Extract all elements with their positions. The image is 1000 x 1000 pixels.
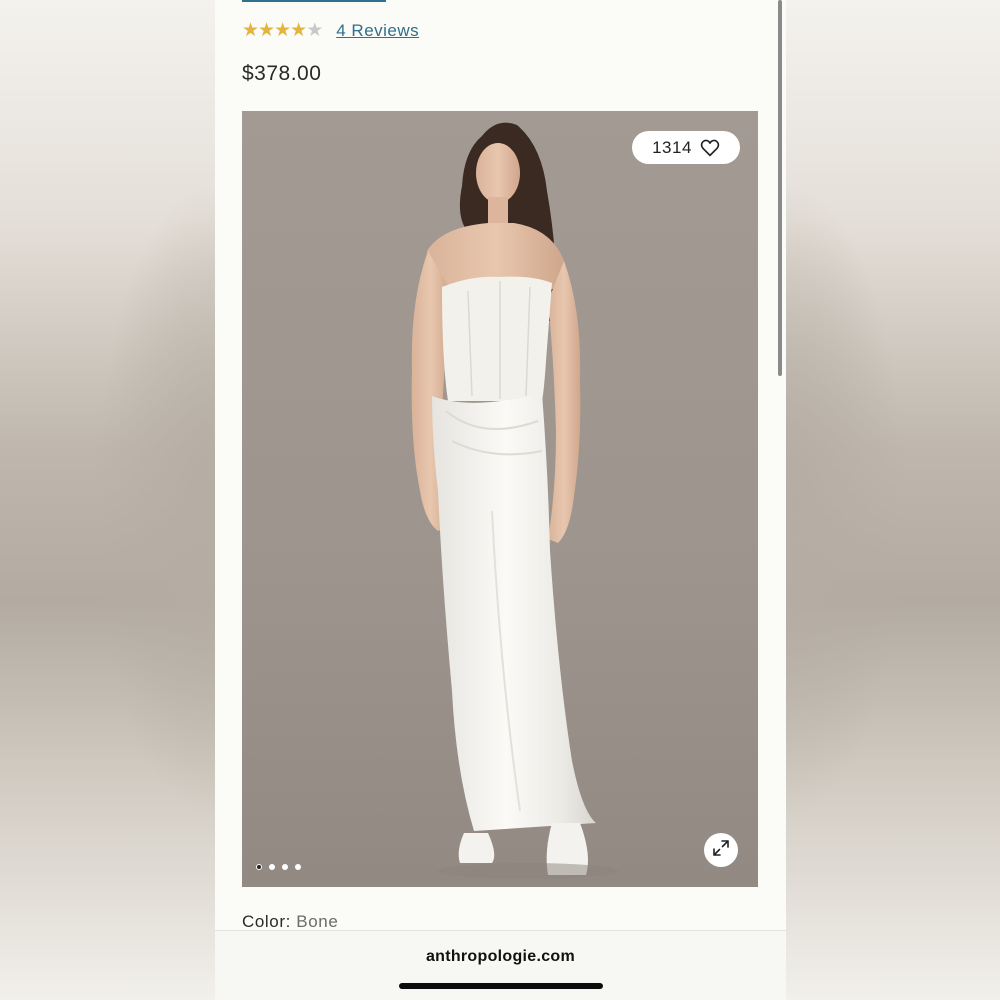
slide-dot[interactable]: [295, 864, 301, 870]
expand-image-button[interactable]: [704, 833, 738, 867]
blurred-background-right: [786, 0, 1000, 1000]
color-label: Color:: [242, 912, 291, 931]
favorites-count: 1314: [652, 137, 692, 157]
slide-indicator[interactable]: [256, 864, 301, 870]
star-icon: ★: [242, 20, 259, 41]
rating-row: ★ ★ ★ ★ ★ 4 Reviews: [242, 19, 419, 43]
blurred-background-left: [0, 0, 215, 1000]
expand-arrows-icon: [711, 838, 731, 863]
star-rating: ★ ★ ★ ★ ★: [242, 20, 323, 41]
slide-dot[interactable]: [256, 864, 262, 870]
star-icon: ★: [290, 20, 307, 41]
home-indicator[interactable]: [399, 983, 603, 989]
product-title-link-cutoff[interactable]: [242, 0, 386, 2]
product-price: $378.00: [242, 62, 322, 85]
product-page: ★ ★ ★ ★ ★ 4 Reviews $378.00 1314 Color: …: [215, 0, 786, 1000]
url-text[interactable]: anthropologie.com: [215, 948, 786, 966]
scrollbar[interactable]: [778, 0, 782, 376]
slide-dot[interactable]: [282, 864, 288, 870]
color-selection: Color: Bone: [242, 912, 338, 932]
favorite-button[interactable]: 1314: [632, 131, 740, 164]
reviews-link[interactable]: 4 Reviews: [336, 21, 419, 41]
product-photo: [242, 111, 758, 887]
star-icon: ★: [274, 20, 291, 41]
star-icon: ★: [306, 20, 323, 41]
star-icon: ★: [258, 20, 275, 41]
heart-icon: [700, 139, 720, 157]
browser-url-bar[interactable]: anthropologie.com: [215, 930, 786, 1000]
color-value: Bone: [296, 912, 339, 931]
product-image-gallery[interactable]: 1314: [242, 111, 758, 887]
slide-dot[interactable]: [269, 864, 275, 870]
